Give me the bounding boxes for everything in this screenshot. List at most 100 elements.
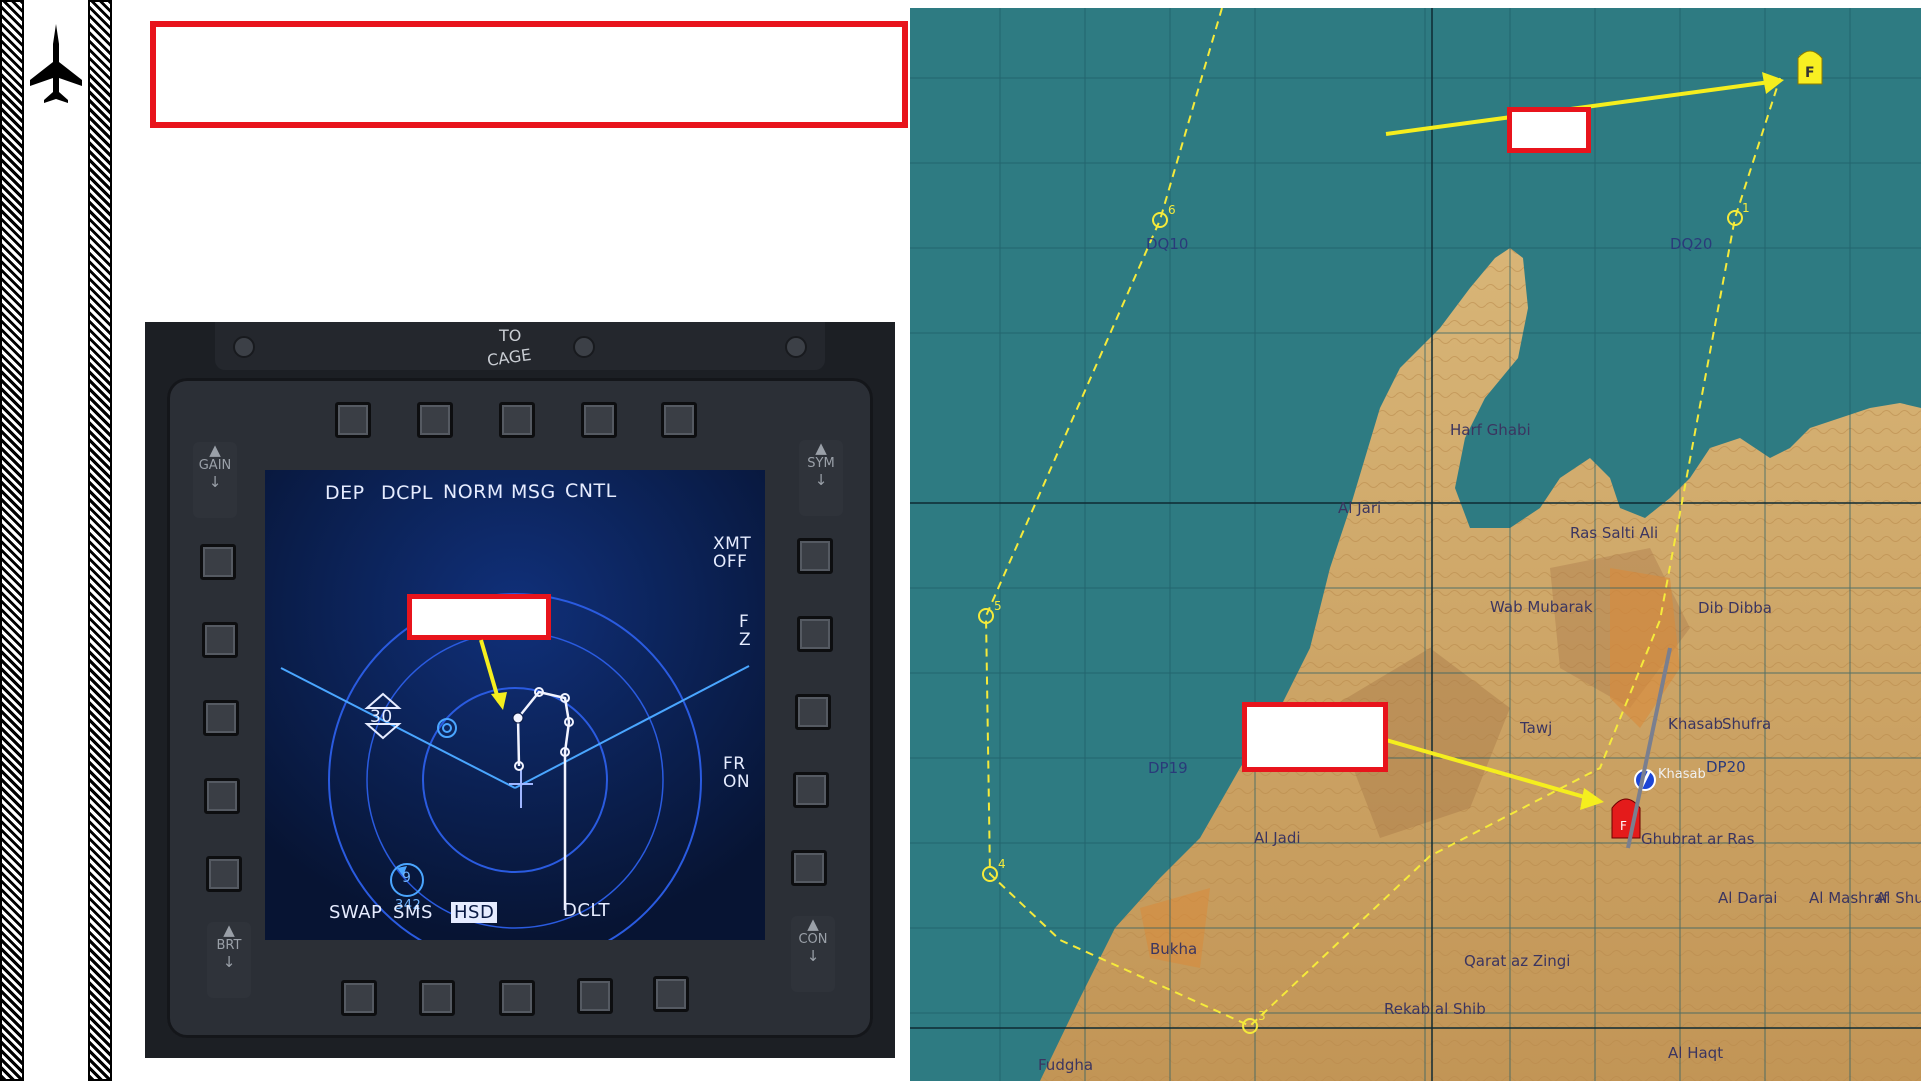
map-flag-highlight-box	[1507, 107, 1591, 153]
osb-bottom-2[interactable]	[419, 980, 455, 1016]
cage-label-cage: CAGE	[485, 345, 533, 370]
dcpl-label[interactable]: DCPL	[381, 482, 433, 504]
fr-label-2: ON	[723, 772, 751, 792]
steerpoint-icon	[512, 712, 524, 724]
osb-top-2[interactable]	[417, 402, 453, 438]
place-qarat-az-zingi: Qarat az Zingi	[1464, 952, 1570, 970]
up-arrow-icon: ▲	[209, 441, 221, 459]
place-al-haqt: Al Haqt	[1668, 1044, 1723, 1062]
place-rekab-al-shib: Rekab al Shib	[1384, 1000, 1486, 1018]
hsd-screen: DEP DCPL NORM MSG CNTL XMT OFF F Z FR ON…	[265, 470, 765, 940]
svg-text:F: F	[1620, 819, 1627, 833]
brt-rocker[interactable]: ▲ BRT ↓	[207, 922, 251, 998]
osb-bottom-5[interactable]	[653, 976, 689, 1012]
sym-rocker[interactable]: ▲ SYM ↓	[799, 440, 843, 516]
gain-rocker[interactable]: ▲ GAIN ↓	[193, 442, 237, 518]
title-highlight-box	[150, 21, 908, 128]
tactical-map[interactable]: 6 5 4 3 1 1 F F DQ10 DQ20 DP19 DP20 Harf…	[910, 8, 1921, 1081]
screw-icon	[233, 336, 255, 358]
osb-left-2[interactable]	[202, 622, 238, 658]
up-arrow-icon: ▲	[223, 921, 235, 939]
place-khasab-airport: Khasab	[1658, 767, 1706, 782]
place-ghubrat-ar-ras: Ghubrat ar Ras	[1641, 830, 1755, 848]
final-waypoint-flag-icon: F	[1797, 50, 1823, 85]
hsd-label[interactable]: HSD	[451, 902, 498, 923]
grid-label-dq20: DQ20	[1670, 235, 1712, 253]
osb-left-1[interactable]	[200, 544, 236, 580]
place-al-jari: Al Jari	[1338, 499, 1381, 517]
waypoint-label-4: 4	[998, 857, 1006, 871]
sym-label: SYM	[807, 456, 835, 471]
place-al-shuv: Al Shuv	[1876, 889, 1921, 907]
waypoint-label-3: 3	[1258, 1009, 1266, 1023]
cntl-label[interactable]: CNTL	[565, 480, 617, 502]
place-ras-salti-ali: Ras Salti Ali	[1570, 524, 1658, 542]
xmt-label[interactable]: XMT	[713, 534, 751, 554]
place-harf-ghabi: Harf Ghabi	[1450, 421, 1531, 439]
osb-right-4[interactable]	[793, 772, 829, 808]
fr-label-1[interactable]: FR	[723, 754, 746, 774]
map-airfield-highlight-box	[1242, 702, 1388, 772]
swap-label[interactable]: SWAP	[329, 902, 382, 923]
osb-top-3[interactable]	[499, 402, 535, 438]
osb-right-5[interactable]	[791, 850, 827, 886]
svg-text:F: F	[1805, 65, 1815, 81]
dclt-label[interactable]: DCLT	[563, 900, 610, 921]
grid-label-dp20: DP20	[1706, 758, 1746, 776]
place-al-darai: Al Darai	[1718, 889, 1777, 907]
down-arrow-icon: ↓	[814, 471, 828, 489]
osb-right-2[interactable]	[797, 616, 833, 652]
xmt-state-label: OFF	[713, 552, 748, 572]
waypoint-label-6: 6	[1168, 203, 1176, 217]
norm-label[interactable]: NORM	[443, 481, 504, 503]
osb-right-1[interactable]	[797, 538, 833, 574]
screw-icon	[785, 336, 807, 358]
mfd-highlight-box	[407, 594, 551, 640]
osb-bottom-4[interactable]	[577, 978, 613, 1014]
gain-label: GAIN	[198, 458, 232, 473]
fz-label-1[interactable]: F	[739, 612, 749, 632]
place-fudgha: Fudgha	[1038, 1056, 1093, 1074]
osb-left-3[interactable]	[203, 700, 239, 736]
grid-label-dq10: DQ10	[1146, 235, 1188, 253]
place-wab-mubarak: Wab Mubarak	[1490, 598, 1593, 616]
osb-top-5[interactable]	[661, 402, 697, 438]
place-al-jadi: Al Jadi	[1254, 829, 1301, 847]
grid-label-dp19: DP19	[1148, 759, 1188, 777]
msg-label[interactable]: MSG	[511, 481, 556, 503]
place-khasab: Khasab	[1668, 715, 1723, 733]
down-arrow-icon: ↓	[806, 947, 820, 965]
place-tawj: Tawj	[1519, 719, 1552, 737]
left-rail-stripe-2	[88, 0, 112, 1081]
con-rocker[interactable]: ▲ CON ↓	[791, 916, 835, 992]
place-shufra: Shufra	[1722, 715, 1771, 733]
down-arrow-icon: ↓	[222, 953, 236, 971]
mfd-panel: TO CAGE ▲ GAIN ↓ ▲ SYM ↓ ▲ BRT ↓ ▲ CON ↓	[145, 322, 895, 1058]
cage-label-to: TO	[499, 326, 522, 345]
waypoint-label-5: 5	[994, 599, 1002, 613]
left-rail-stripe-1	[0, 0, 24, 1081]
fz-label-2: Z	[739, 630, 752, 650]
range-value: 30	[370, 707, 393, 727]
place-bukha: Bukha	[1150, 940, 1197, 958]
osb-left-5[interactable]	[206, 856, 242, 892]
osb-bottom-1[interactable]	[341, 980, 377, 1016]
down-arrow-icon: ↓	[208, 473, 222, 491]
dep-label[interactable]: DEP	[325, 482, 365, 504]
up-arrow-icon: ▲	[815, 439, 827, 457]
osb-right-3[interactable]	[795, 694, 831, 730]
place-dib-dibba: Dib Dibba	[1698, 599, 1772, 617]
osb-top-1[interactable]	[335, 402, 371, 438]
cage-switch[interactable]: TO CAGE	[445, 324, 565, 370]
bullseye-number: 9	[402, 870, 412, 886]
screw-icon	[573, 336, 595, 358]
osb-bottom-3[interactable]	[499, 980, 535, 1016]
brt-label: BRT	[216, 938, 242, 953]
osb-top-4[interactable]	[581, 402, 617, 438]
con-label: CON	[798, 932, 828, 947]
osb-left-4[interactable]	[204, 778, 240, 814]
waypoint-label-1: 1	[1742, 201, 1750, 215]
up-arrow-icon: ▲	[807, 915, 819, 933]
jet-icon	[28, 22, 84, 104]
sms-label[interactable]: SMS	[393, 902, 433, 923]
